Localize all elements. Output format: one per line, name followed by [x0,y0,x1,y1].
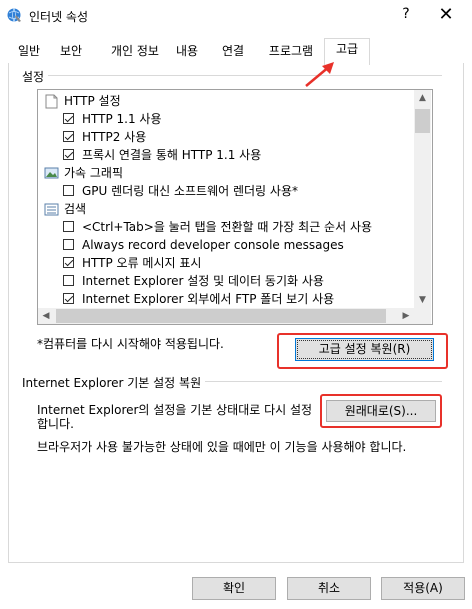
settings-list-content: HTTP 설정 HTTP 1.1 사용 HTTP2 사용 프록시 연결을 통해 … [38,90,414,308]
internet-options-icon [7,8,21,22]
tab-general[interactable]: 일반 [12,41,46,63]
reset-description: Internet Explorer의 설정을 기본 상태대로 다시 설정 [37,403,313,417]
horizontal-scroll-thumb[interactable] [56,309,386,323]
tab-privacy[interactable]: 개인 정보 [104,41,166,63]
vertical-scroll-thumb[interactable] [415,109,430,133]
ok-button[interactable]: 확인 [192,577,276,600]
help-button[interactable]: ? [396,6,416,26]
tab-security[interactable]: 보안 [54,41,88,63]
settings-group-line [24,75,442,76]
checkbox[interactable] [63,149,74,160]
checkbox[interactable] [63,257,74,268]
checkbox[interactable] [63,293,74,304]
scroll-left-arrow-icon[interactable]: ◀ [38,308,54,324]
checkbox[interactable] [63,275,74,286]
checkbox[interactable] [63,131,74,142]
restore-advanced-settings-button[interactable]: 고급 설정 복원(R) [295,338,434,361]
apply-button[interactable]: 적용(A) [381,577,465,600]
settings-group-label: 설정 [22,68,49,85]
reset-warning: 브라우저가 사용 불가능한 상태에 있을 때에만 이 기능을 사용해야 합니다. [37,440,407,454]
scroll-corner [414,308,431,324]
checkbox[interactable] [63,185,74,196]
checkbox[interactable] [63,239,74,250]
checkbox[interactable] [63,221,74,232]
checkbox[interactable] [63,113,74,124]
search-list-icon [44,203,59,216]
tab-connections[interactable]: 연결 [216,41,250,63]
scroll-right-arrow-icon[interactable]: ▶ [398,308,414,324]
scroll-up-arrow-icon[interactable]: ▲ [414,90,431,106]
close-button[interactable]: ✕ [434,4,458,26]
window-title: 인터넷 속성 [29,10,89,24]
reset-description-cont: 합니다. [37,417,74,431]
restart-note: *컴퓨터를 다시 시작해야 적용됩니다. [37,337,224,351]
title-bar: 인터넷 속성 ? ✕ [0,0,472,32]
reset-group-label: Internet Explorer 기본 설정 복원 [22,374,206,391]
annotation-arrow [305,62,334,87]
accelerated-graphics-icon [44,167,59,179]
scroll-down-arrow-icon[interactable]: ▼ [414,292,431,308]
page-icon [45,94,58,109]
reset-button[interactable]: 원래대로(S)... [326,400,436,422]
tab-content[interactable]: 내용 [170,41,204,63]
cancel-button[interactable]: 취소 [287,577,371,600]
